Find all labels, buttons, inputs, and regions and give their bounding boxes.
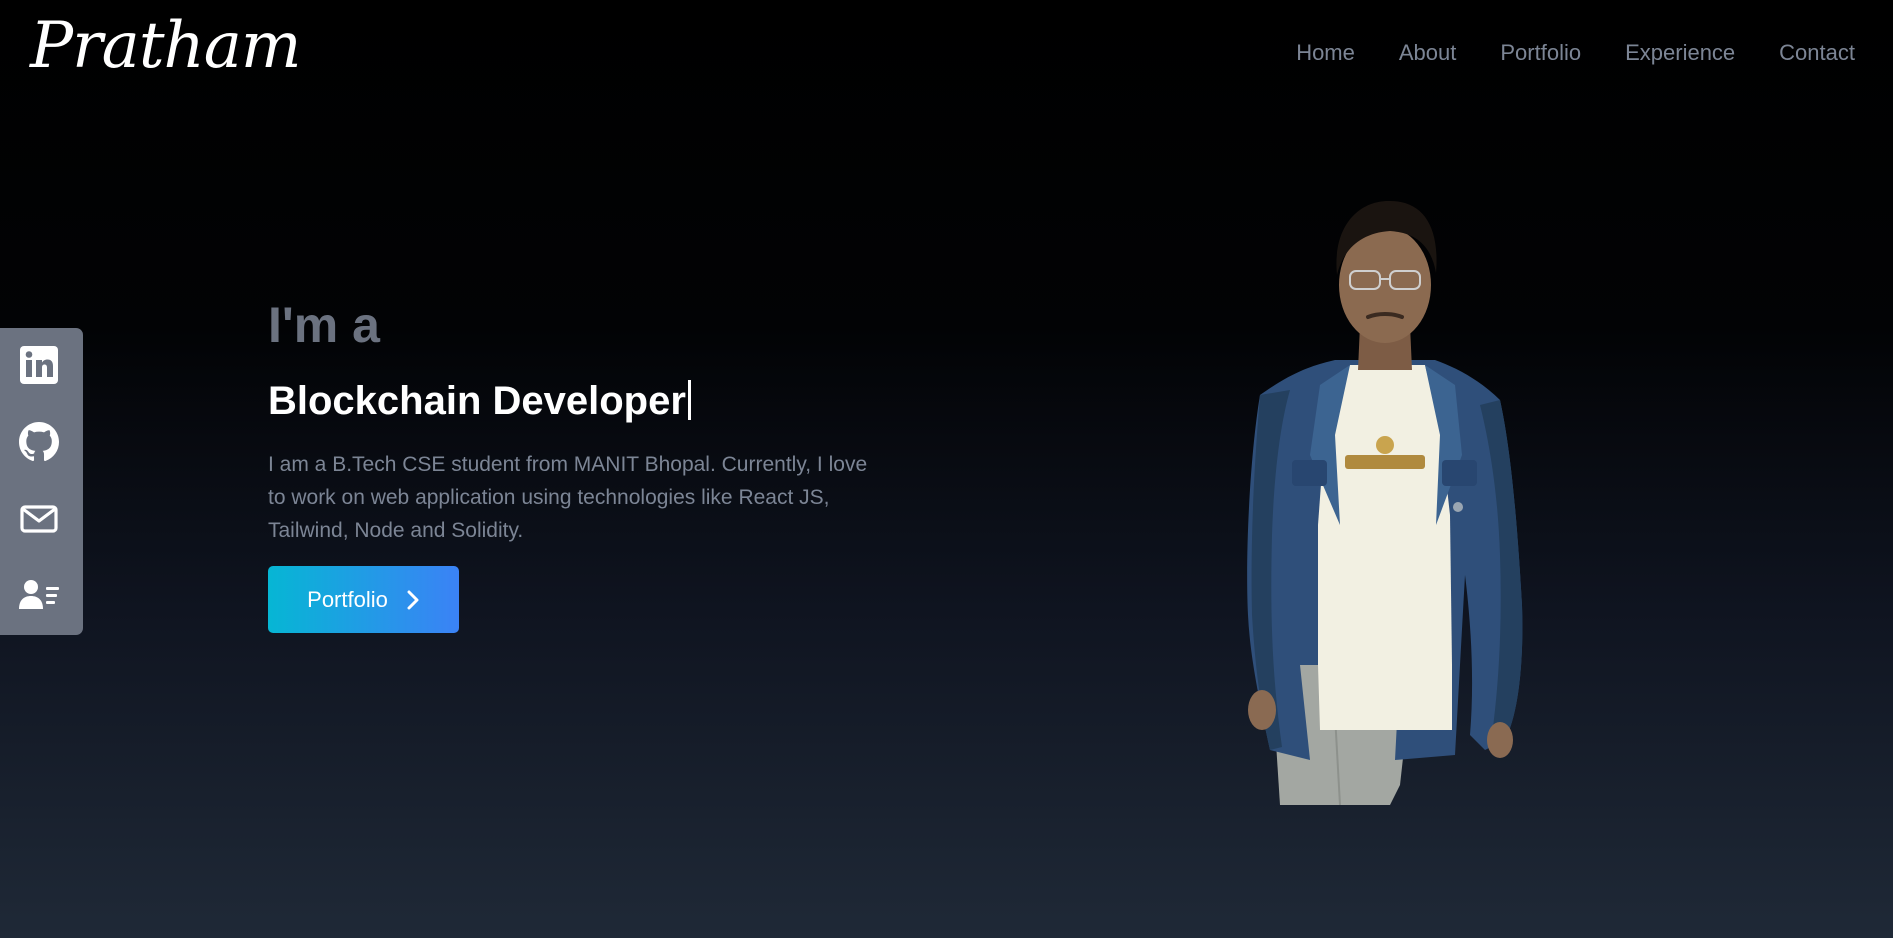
linkedin-icon xyxy=(20,346,58,384)
mail-link[interactable] xyxy=(18,498,60,540)
linkedin-link[interactable] xyxy=(18,344,60,386)
profile-photo xyxy=(1247,200,1523,806)
site-header: Pratham Home About Portfolio Experience … xyxy=(0,0,1893,110)
nav-about[interactable]: About xyxy=(1399,40,1457,66)
nav-contact[interactable]: Contact xyxy=(1779,40,1855,66)
nav-portfolio[interactable]: Portfolio xyxy=(1500,40,1581,66)
portfolio-button-label: Portfolio xyxy=(307,586,388,612)
typing-caret xyxy=(687,380,691,420)
main-nav: Home About Portfolio Experience Contact xyxy=(1296,40,1855,66)
nav-home[interactable]: Home xyxy=(1296,40,1355,66)
hero-bio: I am a B.Tech CSE student from MANIT Bho… xyxy=(268,453,868,542)
portfolio-button[interactable]: Portfolio xyxy=(268,566,459,633)
hero-role: Blockchain Developer xyxy=(268,380,691,421)
site-logo[interactable]: Pratham xyxy=(30,6,302,78)
github-icon xyxy=(19,422,59,462)
resume-link[interactable] xyxy=(18,575,60,617)
mail-icon xyxy=(20,505,58,533)
nav-experience[interactable]: Experience xyxy=(1625,40,1735,66)
github-link[interactable] xyxy=(18,421,60,463)
hero-intro: I'm a xyxy=(268,297,380,353)
resume-icon xyxy=(19,580,59,609)
hero-role-text: Blockchain Developer xyxy=(268,379,686,423)
chevron-right-icon xyxy=(407,590,419,609)
social-sidebar xyxy=(0,328,83,635)
